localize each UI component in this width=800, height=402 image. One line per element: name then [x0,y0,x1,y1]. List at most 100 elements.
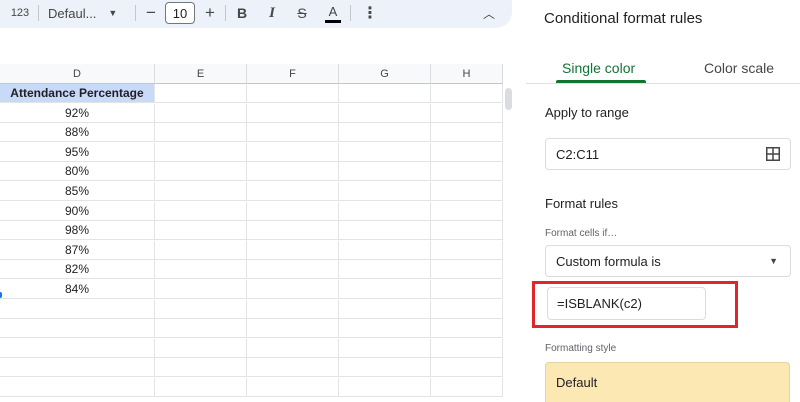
grid-cell[interactable] [155,280,247,299]
grid-cell[interactable] [431,240,503,260]
grid-cell[interactable] [155,182,247,201]
grid-cell[interactable] [339,201,431,221]
grid-cell[interactable] [339,299,431,319]
grid-cell[interactable] [155,221,247,241]
column-header-e[interactable]: E [155,64,247,84]
grid-cell[interactable] [0,358,155,378]
attendance-cell[interactable]: 92% [0,103,155,123]
grid-cell[interactable] [339,221,431,241]
grid-cell[interactable] [247,338,339,358]
grid-cell[interactable] [247,84,339,103]
grid-cell[interactable] [247,182,339,201]
grid-cell[interactable] [431,201,503,221]
grid-cell[interactable] [431,221,503,241]
grid-cell[interactable] [431,358,503,378]
grid-cell[interactable] [431,182,503,201]
grid-cell[interactable] [339,378,431,397]
strikethrough-button[interactable]: S [292,2,312,24]
grid-cell[interactable] [247,221,339,241]
tab-single-color[interactable]: Single color [562,60,635,76]
grid-cell[interactable] [155,162,247,182]
formatting-style-dropdown[interactable]: Default [545,362,790,402]
text-color-button[interactable]: A [322,2,344,24]
column-header-h[interactable]: H [431,64,503,84]
grid-cell[interactable] [247,299,339,319]
range-input[interactable]: C2:C11 [545,138,791,170]
attendance-cell[interactable]: 90% [0,201,155,221]
attendance-cell[interactable]: 80% [0,162,155,182]
grid-cell[interactable] [339,358,431,378]
grid-cell[interactable] [155,84,247,103]
grid-cell[interactable] [0,299,155,319]
grid-cell[interactable] [431,162,503,182]
grid-cell[interactable] [431,84,503,103]
decrease-font-size-button[interactable]: − [140,2,162,24]
grid-cell[interactable] [155,378,247,397]
grid-cell[interactable] [431,280,503,299]
grid-cell[interactable] [155,299,247,319]
grid-cell[interactable] [431,123,503,143]
grid-cell[interactable] [247,201,339,221]
grid-cell[interactable] [155,123,247,143]
grid-cell[interactable] [431,319,503,339]
grid-cell[interactable] [0,378,155,397]
grid-cell[interactable] [431,142,503,162]
grid-cell[interactable] [155,319,247,339]
grid-cell[interactable] [431,260,503,280]
attendance-header-cell[interactable]: Attendance Percentage [0,84,155,103]
grid-cell[interactable] [339,240,431,260]
attendance-cell[interactable]: 88% [0,123,155,143]
tab-color-scale[interactable]: Color scale [704,60,774,76]
more-options-icon[interactable]: ⋮ [360,2,380,24]
grid-cell[interactable] [155,260,247,280]
attendance-cell[interactable]: 82% [0,260,155,280]
grid-cell[interactable] [339,260,431,280]
grid-cell[interactable] [247,162,339,182]
grid-cell[interactable] [247,240,339,260]
font-family-dropdown[interactable]: Defaul... ▼ [48,2,130,24]
grid-cell[interactable] [155,240,247,260]
grid-cell[interactable] [247,123,339,143]
grid-cell[interactable] [0,319,155,339]
grid-cell[interactable] [247,142,339,162]
grid-cell[interactable] [155,358,247,378]
grid-cell[interactable] [247,358,339,378]
grid-cell[interactable] [247,319,339,339]
vertical-scrollbar[interactable] [505,88,512,110]
increase-font-size-button[interactable]: + [199,2,221,24]
grid-cell[interactable] [339,142,431,162]
grid-cell[interactable] [431,338,503,358]
collapse-toolbar-icon[interactable]: ︿ [478,2,500,24]
attendance-cell[interactable]: 95% [0,142,155,162]
attendance-cell[interactable]: 85% [0,182,155,201]
grid-cell[interactable] [431,299,503,319]
bold-button[interactable]: B [232,2,252,24]
grid-cell[interactable] [339,319,431,339]
italic-button[interactable]: I [262,2,282,24]
grid-cell[interactable] [431,103,503,123]
column-header-d[interactable]: D [0,64,155,84]
grid-cell[interactable] [339,84,431,103]
grid-cell[interactable] [247,103,339,123]
grid-cell[interactable] [155,142,247,162]
number-format-button[interactable]: 123 [8,2,32,24]
grid-cell[interactable] [339,162,431,182]
column-header-f[interactable]: F [247,64,339,84]
grid-cell[interactable] [247,260,339,280]
grid-cell[interactable] [155,201,247,221]
grid-cell[interactable] [339,338,431,358]
grid-cell[interactable] [155,103,247,123]
grid-cell[interactable] [155,338,247,358]
condition-dropdown[interactable]: Custom formula is ▼ [545,245,791,277]
grid-cell[interactable] [339,103,431,123]
attendance-cell[interactable]: 87% [0,240,155,260]
grid-select-icon[interactable] [766,147,780,161]
attendance-cell[interactable]: 98% [0,221,155,241]
column-header-g[interactable]: G [339,64,431,84]
grid-cell[interactable] [431,378,503,397]
grid-cell[interactable] [339,182,431,201]
grid-cell[interactable] [247,378,339,397]
grid-cell[interactable] [339,123,431,143]
font-size-input[interactable]: 10 [165,2,195,24]
grid-cell[interactable] [0,338,155,358]
